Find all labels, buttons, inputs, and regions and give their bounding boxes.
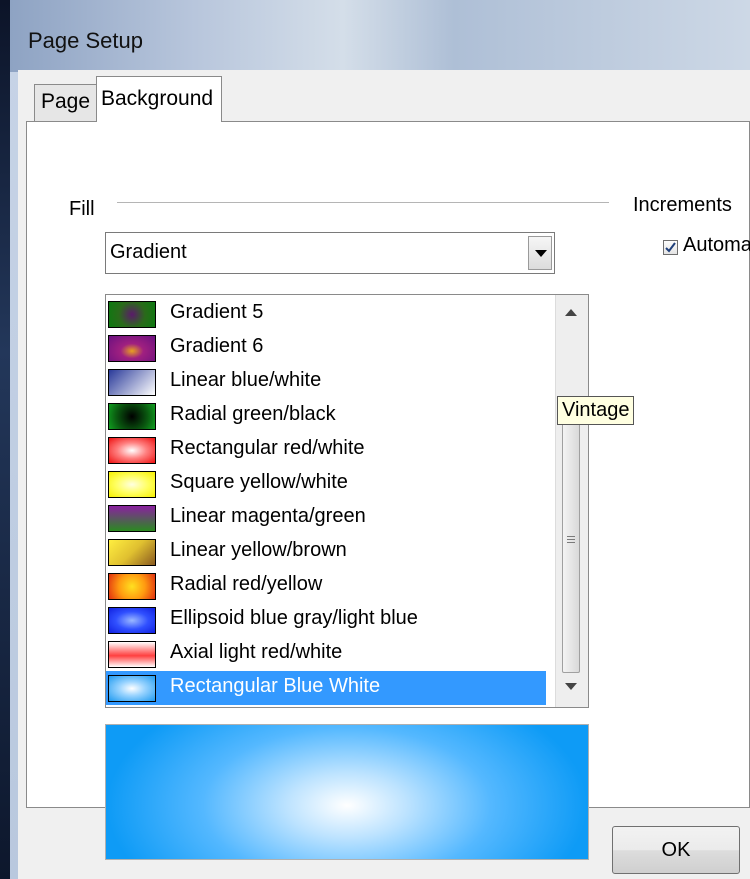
list-item-label: Linear blue/white (170, 369, 322, 391)
list-item-label: Linear yellow/brown (170, 539, 347, 561)
gradient-6-swatch (108, 335, 156, 362)
list-item[interactable]: Linear yellow/brown (106, 535, 546, 569)
list-item-label: Gradient 5 (170, 301, 264, 323)
list-item[interactable]: Radial red/yellow (106, 569, 546, 603)
list-item-label: Ellipsoid blue gray/light blue (170, 607, 418, 629)
scrollbar-thumb[interactable] (562, 417, 580, 673)
increments-group-label: Increments (633, 194, 732, 216)
scroll-down-icon[interactable] (565, 683, 577, 690)
ellipsoid-blue-swatch (108, 607, 156, 634)
list-item[interactable]: Radial green/black (106, 399, 546, 433)
gradient-tooltip: Vintage (557, 396, 635, 425)
linear-magenta-green-swatch (108, 505, 156, 532)
gradient-listbox[interactable]: Gradient 5 Gradient 6 Linear blue/white … (105, 294, 589, 708)
list-item-label: Rectangular Blue White (170, 675, 381, 697)
list-item[interactable]: Square yellow/white (106, 467, 546, 501)
tab-page[interactable]: Page (34, 84, 98, 122)
list-item-label: Square yellow/white (170, 471, 348, 493)
window-title: Page Setup (28, 28, 143, 53)
gradient-5-swatch (108, 301, 156, 328)
linear-blue-white-swatch (108, 369, 156, 396)
chevron-down-icon (535, 250, 547, 257)
grip-icon (567, 536, 575, 545)
title-bar[interactable]: Page Setup (10, 0, 750, 72)
checkmark-icon (665, 242, 676, 253)
list-item-label: Radial green/black (170, 403, 336, 425)
list-item-selected[interactable]: Rectangular Blue White (106, 671, 546, 705)
axial-red-white-swatch (108, 641, 156, 668)
rectangular-blue-white-swatch (108, 675, 156, 702)
list-item[interactable]: Linear blue/white (106, 365, 546, 399)
background-tab-pane: Fill Increments Gradient Automa Gradient… (26, 121, 750, 860)
linear-yellow-brown-swatch (108, 539, 156, 566)
list-scrollbar[interactable] (555, 295, 588, 707)
list-item-label: Gradient 6 (170, 335, 264, 357)
fill-type-select[interactable]: Gradient (105, 232, 555, 274)
list-item-label: Linear magenta/green (170, 505, 366, 527)
list-item[interactable]: Ellipsoid blue gray/light blue (106, 603, 546, 637)
gradient-preview (105, 724, 589, 860)
list-item[interactable]: Rectangular red/white (106, 433, 546, 467)
square-yellow-white-swatch (108, 471, 156, 498)
tab-background[interactable]: Background (96, 76, 223, 122)
rectangular-red-white-swatch (108, 437, 156, 464)
automatic-checkbox[interactable] (663, 240, 678, 255)
ok-button[interactable]: OK (612, 826, 740, 874)
list-item[interactable]: Gradient 6 (106, 331, 546, 365)
list-item-label: Radial red/yellow (170, 573, 323, 595)
dialog-client-area: Page Background Fill Increments Gradient… (18, 70, 750, 879)
list-item[interactable]: Linear magenta/green (106, 501, 546, 535)
automatic-checkbox-label[interactable]: Automa (683, 234, 750, 257)
radial-green-black-swatch (108, 403, 156, 430)
fill-type-value: Gradient (110, 241, 187, 263)
fill-group-divider (117, 202, 609, 203)
list-item-label: Rectangular red/white (170, 437, 365, 459)
dropdown-arrow-button[interactable] (528, 236, 552, 270)
scroll-up-icon[interactable] (565, 309, 577, 316)
fill-group-label: Fill (69, 198, 101, 221)
page-setup-window: Page Setup Page Background Fill Incremen… (10, 0, 750, 879)
list-item[interactable]: Axial light red/white (106, 637, 546, 671)
radial-red-yellow-swatch (108, 573, 156, 600)
list-item[interactable]: Gradient 5 (106, 297, 546, 331)
list-item-label: Axial light red/white (170, 641, 343, 663)
